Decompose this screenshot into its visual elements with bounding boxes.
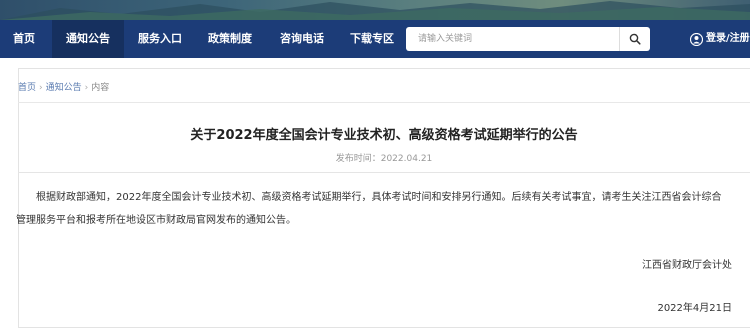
breadcrumb-divider xyxy=(18,102,750,103)
breadcrumb-current: 内容 xyxy=(91,83,110,93)
breadcrumb-notices[interactable]: 通知公告 xyxy=(46,83,82,93)
breadcrumb: 首页 › 通知公告 › 内容 xyxy=(18,80,109,93)
publish-date: 发布时间：2022.04.21 xyxy=(18,151,750,164)
main-nav: 首页 通知公告 服务入口 政策制度 咨询电话 下载专区 登录/注册 xyxy=(0,20,750,58)
nav-item-downloads[interactable]: 下载专区 xyxy=(340,20,404,58)
nav-item-policies[interactable]: 政策制度 xyxy=(198,20,262,58)
search-icon xyxy=(629,33,641,45)
search-button[interactable] xyxy=(619,27,650,51)
signature-date: 2022年4月21日 xyxy=(657,303,732,314)
search-input[interactable] xyxy=(406,27,618,51)
signature-org: 江西省财政厅会计处 xyxy=(642,260,732,271)
body-line-2: 管理服务平台和报考所在地设区市财政局官网发布的通知公告。 xyxy=(16,215,296,226)
mountain-banner-image xyxy=(0,1,750,20)
search-box xyxy=(406,27,650,51)
breadcrumb-home[interactable]: 首页 xyxy=(18,83,36,93)
user-icon xyxy=(690,32,703,46)
header-banner xyxy=(0,0,750,20)
login-link[interactable]: 登录/注册 xyxy=(690,20,750,58)
article-title: 关于2022年度全国会计专业技术初、高级资格考试延期举行的公告 xyxy=(190,128,578,143)
nav-item-notices[interactable]: 通知公告 xyxy=(52,20,124,58)
breadcrumb-separator: › xyxy=(39,83,43,93)
breadcrumb-separator: › xyxy=(84,83,89,93)
body-line-1: 根据财政部通知，2022年度全国会计专业技术初、高级资格考试延期举行，具体考试时… xyxy=(36,192,722,203)
nav-item-hotline[interactable]: 咨询电话 xyxy=(270,20,334,58)
publish-date-label: 发布时间： xyxy=(335,154,381,164)
nav-item-home[interactable]: 首页 xyxy=(0,20,48,58)
nav-item-services[interactable]: 服务入口 xyxy=(128,20,192,58)
login-label: 登录/注册 xyxy=(706,33,750,44)
publish-date-value: 2022.04.21 xyxy=(380,154,433,164)
article-body: 根据财政部通知，2022年度全国会计专业技术初、高级资格考试延期举行，具体考试时… xyxy=(16,186,740,232)
title-divider xyxy=(18,172,750,173)
